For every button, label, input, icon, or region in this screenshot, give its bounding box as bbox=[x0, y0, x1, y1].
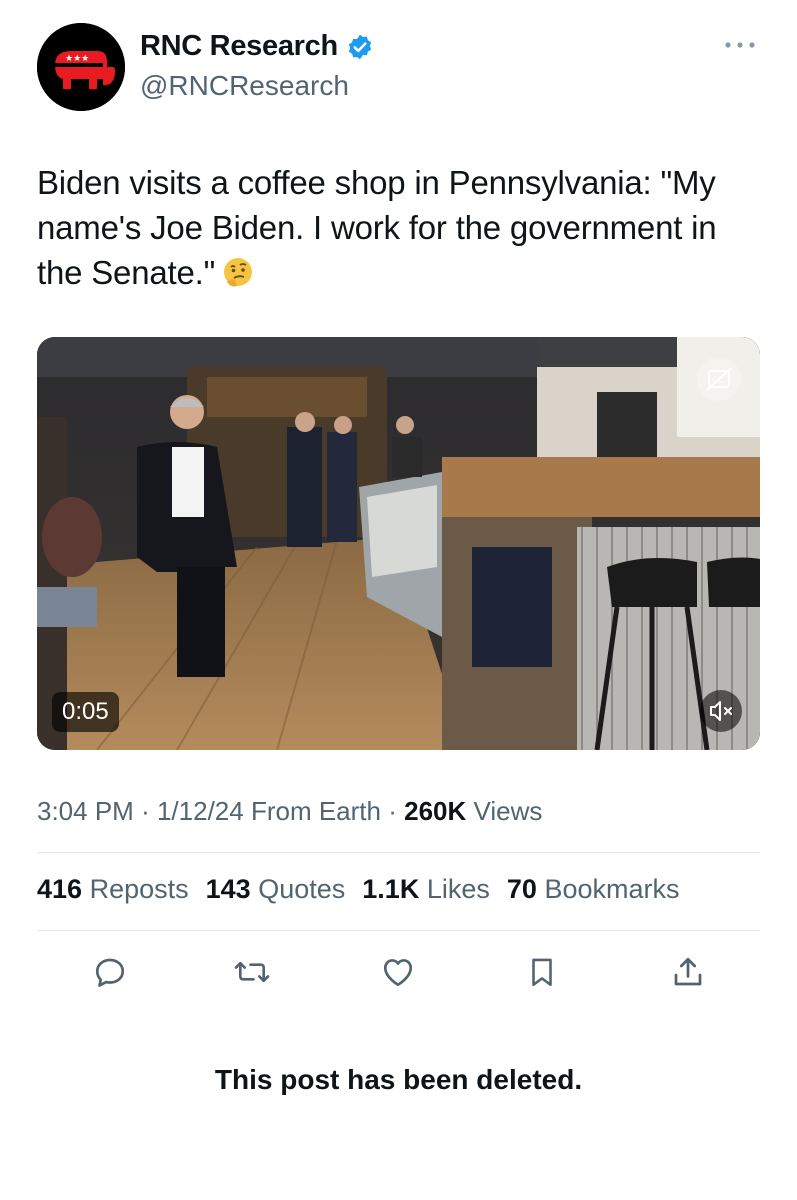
quotes-label: Quotes bbox=[258, 874, 346, 904]
quotes-stat[interactable]: 143 Quotes bbox=[206, 874, 346, 905]
meta-separator: · bbox=[388, 796, 397, 826]
divider bbox=[37, 930, 760, 931]
reposts-count: 416 bbox=[37, 874, 83, 904]
more-options-icon[interactable] bbox=[722, 36, 758, 54]
video-frame bbox=[37, 337, 760, 750]
tweet-source: From Earth bbox=[250, 796, 381, 826]
mute-icon bbox=[710, 701, 732, 721]
share-icon bbox=[674, 957, 702, 986]
video-player[interactable] bbox=[37, 337, 760, 750]
thinking-face-emoji-icon bbox=[224, 258, 253, 287]
repost-button[interactable] bbox=[230, 950, 274, 994]
author-name[interactable]: RNC Research bbox=[140, 30, 338, 63]
avatar[interactable]: ★★★ bbox=[37, 23, 125, 111]
like-button[interactable] bbox=[376, 950, 420, 994]
tweet-meta: 3:04 PM · 1/12/24 From Earth · 260K View… bbox=[37, 796, 542, 827]
video-duration: 0:05 bbox=[52, 692, 119, 732]
tweet-stats: 416 Reposts 143 Quotes 1.1K Likes 70 Boo… bbox=[37, 874, 679, 905]
repost-icon bbox=[234, 961, 270, 983]
reposts-label: Reposts bbox=[89, 874, 189, 904]
author-handle[interactable]: @RNCResearch bbox=[140, 70, 349, 102]
mute-button[interactable] bbox=[700, 690, 742, 732]
author-name-row: RNC Research bbox=[140, 30, 374, 63]
bookmarks-stat[interactable]: 70 Bookmarks bbox=[507, 874, 680, 905]
reply-icon bbox=[95, 958, 125, 987]
views-label: Views bbox=[473, 796, 543, 826]
likes-stat[interactable]: 1.1K Likes bbox=[362, 874, 490, 905]
share-button[interactable] bbox=[666, 950, 710, 994]
views-count: 260K bbox=[404, 796, 467, 826]
tweet-text: Biden visits a coffee shop in Pennsylvan… bbox=[37, 160, 767, 295]
tweet-date: 1/12/24 bbox=[156, 796, 244, 826]
bookmark-button[interactable] bbox=[520, 950, 564, 994]
likes-count: 1.1K bbox=[362, 874, 420, 904]
closed-captions-button[interactable]: CC bbox=[697, 357, 741, 401]
tweet-time: 3:04 PM bbox=[37, 796, 134, 826]
gop-elephant-logo-icon: ★★★ bbox=[37, 23, 125, 111]
likes-label: Likes bbox=[426, 874, 490, 904]
like-icon bbox=[383, 959, 413, 987]
meta-separator: · bbox=[141, 796, 150, 826]
bookmarks-count: 70 bbox=[506, 874, 537, 904]
deleted-post-notice: This post has been deleted. bbox=[214, 1064, 583, 1095]
bookmark-icon bbox=[532, 958, 552, 987]
verified-badge-icon bbox=[348, 34, 371, 59]
closed-captions-icon: CC bbox=[706, 367, 732, 391]
svg-text:★★★: ★★★ bbox=[65, 54, 89, 64]
reposts-stat[interactable]: 416 Reposts bbox=[37, 874, 189, 905]
tweet-body: Biden visits a coffee shop in Pennsylvan… bbox=[37, 164, 717, 291]
bookmarks-label: Bookmarks bbox=[544, 874, 680, 904]
reply-button[interactable] bbox=[88, 950, 132, 994]
quotes-count: 143 bbox=[205, 874, 251, 904]
divider bbox=[37, 852, 760, 853]
